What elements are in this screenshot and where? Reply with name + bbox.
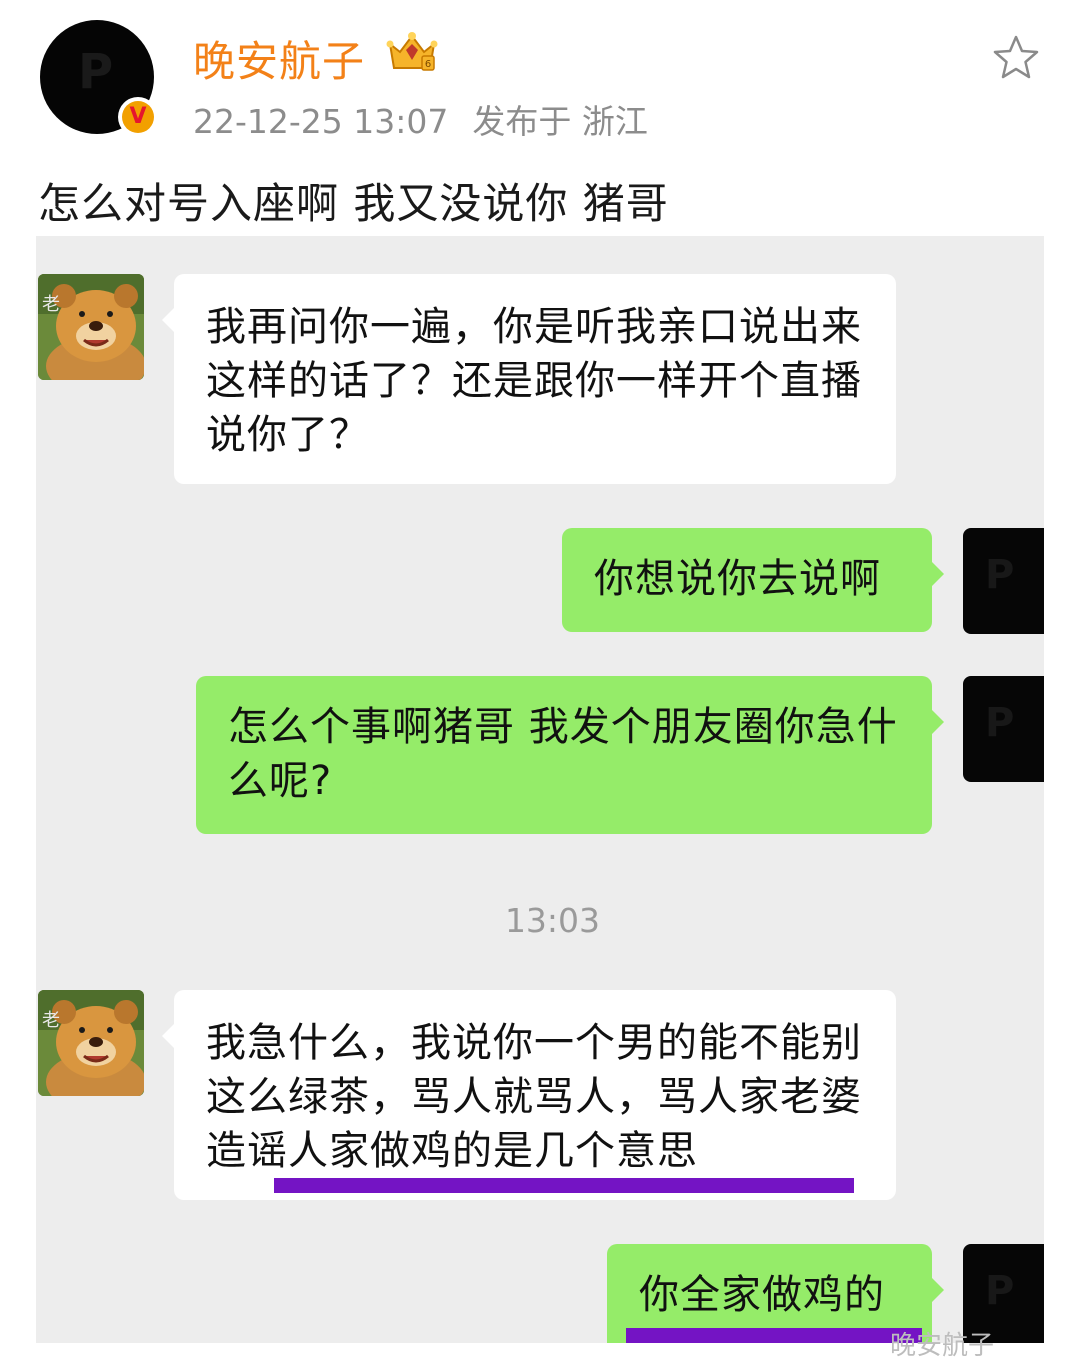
- author-name[interactable]: 晚安航子: [193, 28, 365, 89]
- bear-glyph: 老: [42, 294, 60, 315]
- avatar-letter: P: [985, 1268, 1015, 1314]
- chat-bubble-incoming: 我再问你一遍，你是听我亲口说出来这样的话了？还是跟你一样开个直播说你了？: [162, 274, 896, 484]
- watermark: 晚安航子: [890, 1331, 995, 1361]
- post-location: 发布于 浙江: [472, 102, 648, 141]
- verified-v-icon: V: [118, 97, 158, 137]
- purple-underline: [274, 1178, 854, 1193]
- self-avatar: P: [963, 528, 1044, 634]
- chat-bubble-outgoing: 怎么个事啊猪哥 我发个朋友圈你急什么呢?: [196, 676, 944, 834]
- chat-screenshot: 老 我再问你一遍，你是听我亲口说出来这样的话了？还是跟你一样开个直播说你了？ 你…: [36, 236, 1044, 1343]
- post-timestamp: 22-12-25 13:07: [193, 102, 449, 141]
- post-header: P V 晚安航子 6 22-12-25 13:07 发布于 浙江: [0, 0, 1080, 160]
- svg-text:6: 6: [425, 59, 431, 70]
- post-meta: 22-12-25 13:07 发布于 浙江: [193, 95, 648, 143]
- chat-bubble-incoming: 我急什么，我说你一个男的能不能别这么绿茶，骂人就骂人，骂人家老婆造谣人家做鸡的是…: [162, 990, 896, 1200]
- star-icon[interactable]: [991, 33, 1041, 83]
- chat-time-divider: 13:03: [504, 901, 601, 940]
- avatar-letter: P: [985, 700, 1015, 746]
- chat-bubble-outgoing: 你想说你去说啊: [562, 528, 944, 632]
- post-text: 怎么对号入座啊 我又没说你 猪哥: [38, 179, 669, 228]
- purple-underline: [626, 1328, 922, 1343]
- avatar-letter: P: [78, 44, 114, 100]
- bear-avatar: 老: [38, 990, 144, 1096]
- avatar-letter: P: [985, 552, 1015, 598]
- bear-glyph: 老: [42, 1010, 60, 1031]
- crown-level-icon[interactable]: 6: [386, 30, 438, 74]
- self-avatar: P: [963, 676, 1044, 782]
- bear-avatar: 老: [38, 274, 144, 380]
